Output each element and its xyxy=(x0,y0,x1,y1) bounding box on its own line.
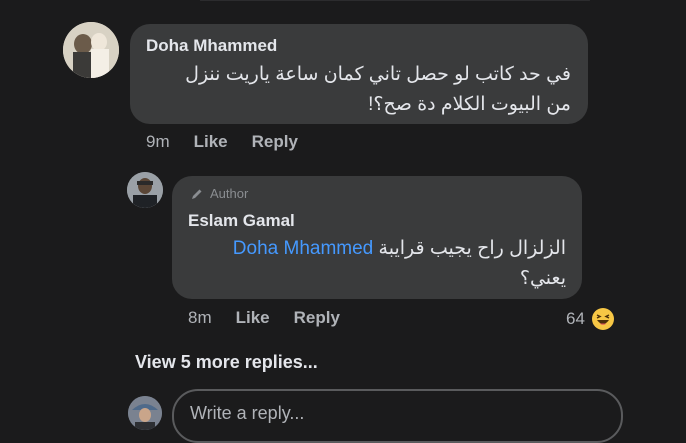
avatar[interactable] xyxy=(63,22,119,78)
reply-actions: 8m Like Reply xyxy=(188,308,340,328)
reply-text-line: يعني؟ xyxy=(519,268,566,289)
previous-comment-edge xyxy=(200,0,590,7)
reply-author-name[interactable]: Eslam Gamal xyxy=(188,211,295,231)
reply-timestamp[interactable]: 8m xyxy=(188,308,212,328)
avatar[interactable] xyxy=(127,172,163,208)
comment-text-line: من البيوت الكلام دة صح؟! xyxy=(368,94,571,115)
mention-link[interactable]: Doha Mhammed xyxy=(233,238,373,259)
author-badge: Author xyxy=(190,186,248,201)
comment-author-name[interactable]: Doha Mhammed xyxy=(146,36,277,56)
like-button[interactable]: Like xyxy=(236,308,270,328)
reaction-count: 64 xyxy=(566,309,585,328)
author-badge-label: Author xyxy=(210,186,249,201)
reaction-summary[interactable]: 64 xyxy=(566,307,615,331)
reply-text: الزلزال راح يجيب قرايبة Doha Mhammed يعن… xyxy=(176,234,566,294)
view-more-replies-link[interactable]: View 5 more replies... xyxy=(135,352,318,373)
comment-timestamp[interactable]: 9m xyxy=(146,132,170,152)
comment-actions: 9m Like Reply xyxy=(146,132,298,152)
pencil-icon xyxy=(192,189,202,199)
avatar-photo xyxy=(128,396,162,430)
reply-button[interactable]: Reply xyxy=(294,308,340,328)
reply-input[interactable] xyxy=(188,402,572,425)
laughing-emoji-icon xyxy=(591,308,614,330)
like-button[interactable]: Like xyxy=(194,132,228,152)
avatar-photo xyxy=(63,22,119,78)
comment-text: في حد كاتب لو حصل تاني كمان ساعة ياريت ن… xyxy=(141,60,571,120)
reply-text-line: الزلزال راح يجيب قرايبة Doha Mhammed xyxy=(176,234,566,264)
comment-text-line: في حد كاتب لو حصل تاني كمان ساعة ياريت ن… xyxy=(185,64,571,85)
reply-button[interactable]: Reply xyxy=(252,132,298,152)
avatar-photo xyxy=(127,172,163,208)
reply-text-part: الزلزال راح يجيب قرايبة xyxy=(378,238,566,259)
avatar xyxy=(128,396,162,430)
